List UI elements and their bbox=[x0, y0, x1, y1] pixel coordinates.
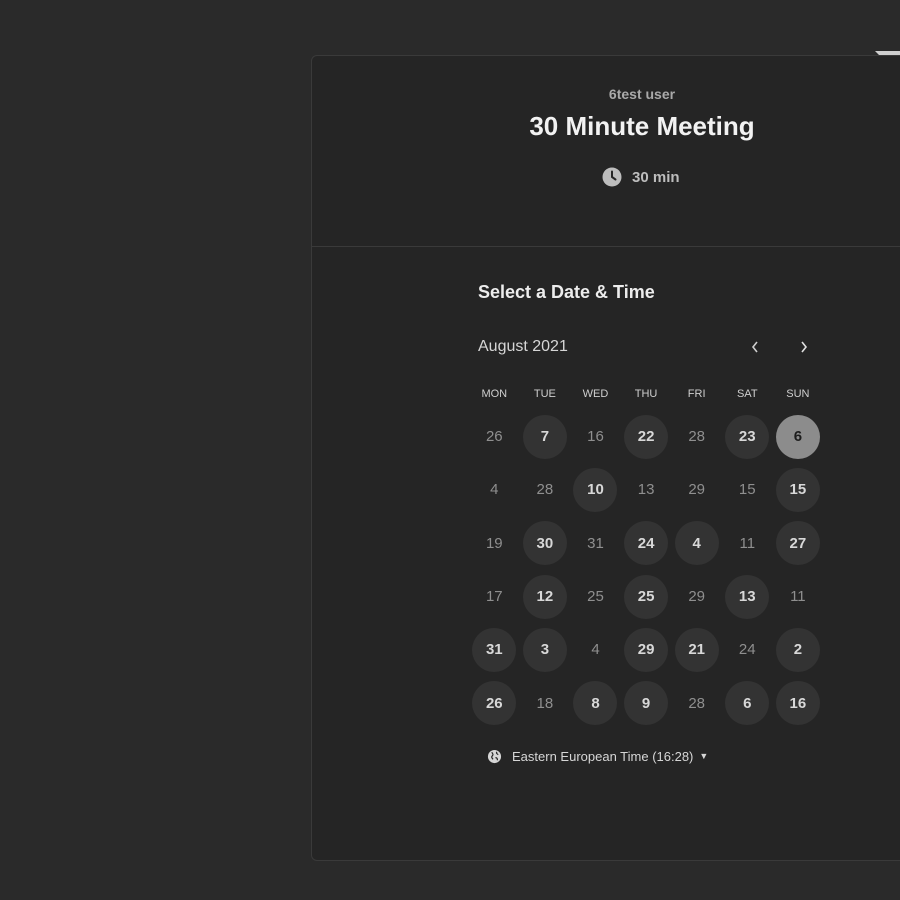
calendar-day: 18 bbox=[536, 694, 554, 712]
calendar-day: 11 bbox=[739, 534, 756, 552]
calendar-day: 11 bbox=[790, 588, 806, 606]
calendar-grid: 26 7 16 22 28 23 6 4 28 10 13 29 15 15 19 30 31 24 4 11 27 17… bbox=[469, 410, 824, 730]
calendar-day: 4 bbox=[591, 641, 600, 659]
calendar-day-available[interactable]: 8 bbox=[573, 681, 618, 726]
weekday-label: SUN bbox=[786, 388, 810, 400]
event-header: 6test user 30 Minute Meeting 30 min bbox=[312, 56, 900, 247]
timezone-selector[interactable]: Eastern European Time (16:28) ▼ bbox=[487, 746, 708, 766]
weekday-label: TUE bbox=[533, 388, 556, 400]
calendar-day-available[interactable]: 21 bbox=[674, 627, 719, 672]
calendar-day: 25 bbox=[587, 588, 604, 606]
clock-icon bbox=[602, 167, 622, 187]
calendar-day: 29 bbox=[688, 588, 706, 606]
calendar-day-available[interactable]: 29 bbox=[624, 627, 669, 672]
calendar-day-available[interactable]: 26 bbox=[472, 681, 517, 726]
weekday-label: WED bbox=[582, 388, 609, 400]
calendar-day: 17 bbox=[485, 588, 503, 606]
calendar-day-available[interactable]: 27 bbox=[775, 521, 820, 566]
weekday-label: FRI bbox=[687, 388, 706, 400]
calendar-day-available[interactable]: 25 bbox=[624, 574, 669, 619]
calendar-day-available[interactable]: 3 bbox=[522, 627, 567, 672]
calendar-day: 26 bbox=[485, 428, 503, 446]
calendar-day-available[interactable]: 7 bbox=[522, 414, 567, 459]
timezone-label: Eastern European Time (16:28) bbox=[512, 748, 694, 764]
calendar-day-available[interactable]: 9 bbox=[624, 681, 669, 726]
calendar-day-available[interactable]: 12 bbox=[522, 574, 567, 619]
calendar-day: 4 bbox=[490, 481, 499, 499]
month-label: August 2021 bbox=[478, 338, 568, 355]
calendar-day-available[interactable]: 6 bbox=[725, 681, 770, 726]
calendar-day: 29 bbox=[688, 481, 706, 499]
weekday-label: MON bbox=[481, 388, 508, 400]
calendar-day: 13 bbox=[637, 481, 655, 499]
calendar-day-available[interactable]: 2 bbox=[775, 627, 820, 672]
chevron-left-icon bbox=[751, 341, 758, 353]
calendar-day: 28 bbox=[536, 481, 554, 499]
calendar-day-available[interactable]: 30 bbox=[522, 521, 567, 566]
month-navigation: August 2021 bbox=[478, 336, 813, 358]
duration-label: 30 min bbox=[632, 168, 680, 186]
booking-card: 6test user 30 Minute Meeting 30 min Sele… bbox=[311, 55, 900, 861]
calendar-day-available[interactable]: 10 bbox=[573, 467, 618, 512]
organizer-name: 6test user bbox=[608, 86, 676, 102]
previous-month-button[interactable] bbox=[744, 336, 766, 358]
globe-icon bbox=[487, 749, 502, 763]
section-title: Select a Date & Time bbox=[478, 282, 655, 302]
calendar-day-available[interactable]: 23 bbox=[725, 414, 770, 459]
weekday-header: MON TUE WED THU FRI SAT SUN bbox=[469, 388, 824, 400]
calendar-day-available[interactable]: 22 bbox=[624, 414, 669, 459]
calendar-day: 28 bbox=[688, 428, 706, 446]
event-duration: 30 min bbox=[602, 166, 680, 188]
calendar-day: 16 bbox=[587, 428, 604, 446]
calendar-day-selected[interactable]: 6 bbox=[775, 414, 820, 459]
calendar-day-available[interactable]: 13 bbox=[725, 574, 770, 619]
calendar-day: 24 bbox=[738, 641, 756, 659]
next-month-button[interactable] bbox=[793, 336, 815, 358]
calendar-day: 31 bbox=[587, 534, 604, 552]
calendar-day: 28 bbox=[688, 694, 706, 712]
weekday-label: THU bbox=[634, 388, 658, 400]
calendar-day-available[interactable]: 4 bbox=[674, 521, 719, 566]
calendar-day: 19 bbox=[485, 534, 503, 552]
event-title: 30 Minute Meeting bbox=[529, 111, 755, 141]
caret-down-icon: ▼ bbox=[699, 751, 709, 761]
chevron-right-icon bbox=[801, 341, 808, 353]
calendar-day-available[interactable]: 31 bbox=[472, 627, 517, 672]
calendar-day-available[interactable]: 15 bbox=[775, 467, 820, 512]
weekday-label: SAT bbox=[736, 388, 758, 400]
calendar-day: 15 bbox=[738, 481, 756, 499]
calendar-day-available[interactable]: 24 bbox=[624, 521, 669, 566]
calendar-day-available[interactable]: 16 bbox=[775, 681, 820, 726]
